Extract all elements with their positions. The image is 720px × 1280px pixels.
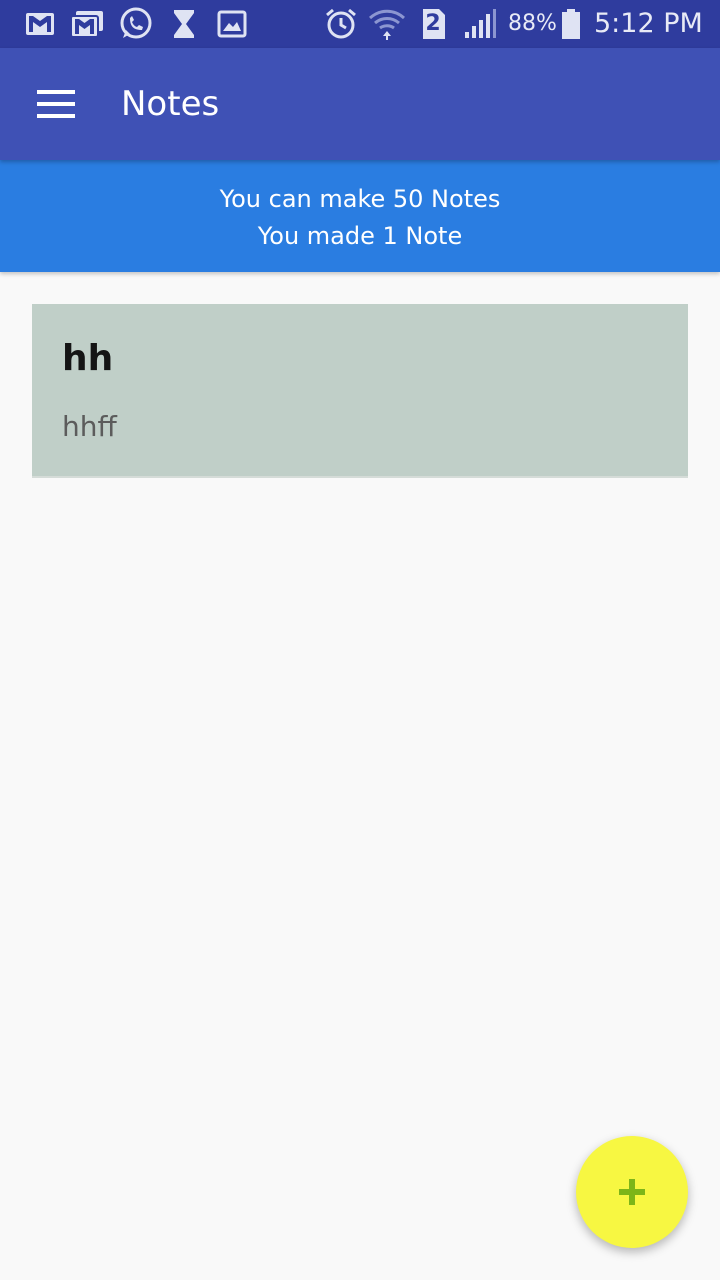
note-title: hh (62, 338, 114, 379)
clock-time: 5:12 PM (594, 8, 703, 39)
note-body: hhff (62, 410, 117, 443)
notes-limit-text: You can make 50 Notes (219, 185, 501, 213)
note-card[interactable]: hh hhff (32, 304, 688, 478)
battery-percent: 88% (508, 11, 557, 36)
signal-icon (462, 8, 498, 40)
navigation-menu-button[interactable] (24, 72, 88, 136)
battery-icon (560, 8, 582, 40)
whatsapp-icon (118, 7, 154, 40)
app-bar: Notes (0, 48, 720, 160)
gmail-icon (70, 8, 104, 40)
app-title: Notes (121, 84, 220, 124)
alarm-icon (324, 8, 358, 40)
status-bar: 2 88% 5:12 PM (0, 0, 720, 48)
hourglass-icon (170, 8, 198, 40)
notes-count-text: You made 1 Note (257, 222, 463, 250)
wifi-icon (368, 8, 406, 40)
gallery-icon (216, 8, 248, 40)
gmail-icon (24, 8, 56, 40)
plus-icon (619, 1179, 645, 1205)
notes-quota-banner: You can make 50 Notes You made 1 Note (0, 160, 720, 272)
hamburger-menu-icon (37, 90, 75, 118)
sim-slot-number: 2 (425, 11, 441, 36)
add-note-button[interactable] (576, 1136, 688, 1248)
